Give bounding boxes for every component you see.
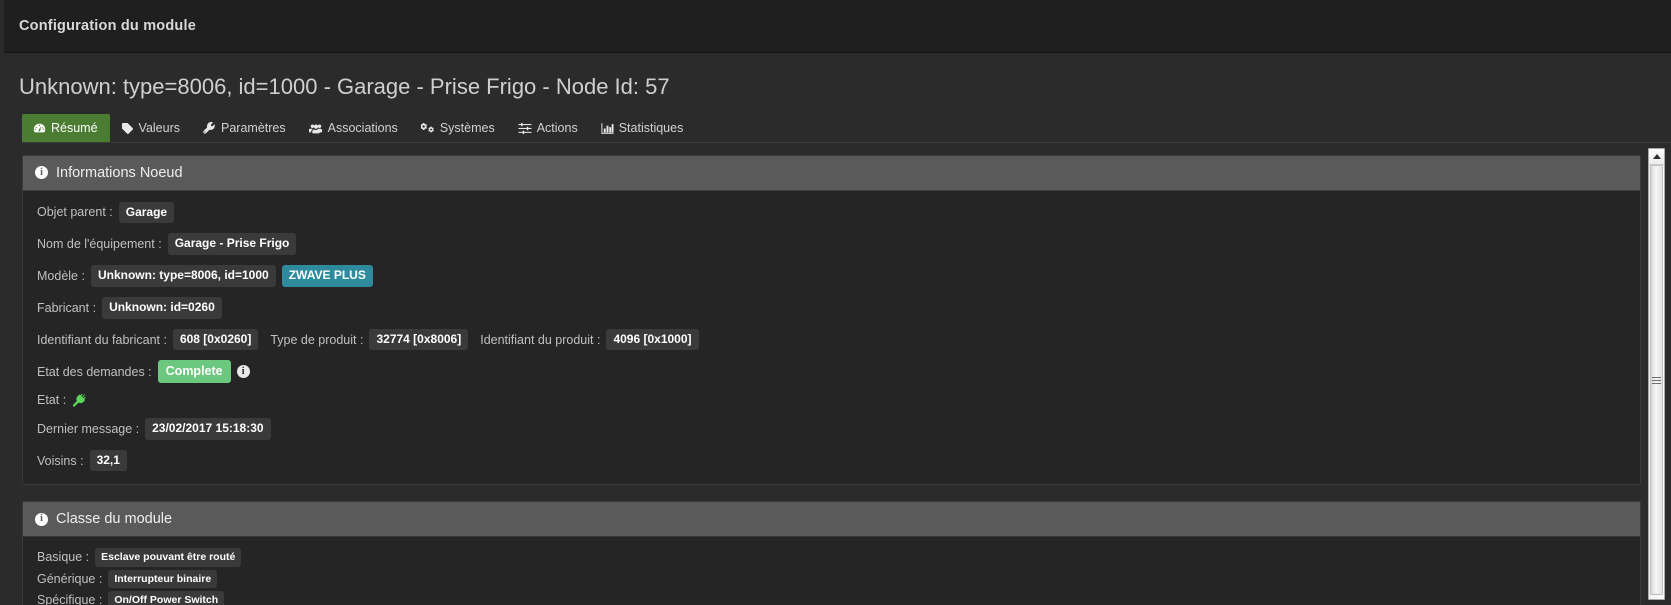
zwave-plus-badge: ZWAVE PLUS — [281, 265, 373, 287]
etat-label: Etat : — [37, 393, 67, 408]
type-produit-label: Type de produit : — [270, 332, 364, 347]
panel-title: Classe du module — [56, 511, 173, 528]
bar-chart-icon — [601, 122, 614, 135]
info-icon[interactable]: i — [236, 365, 250, 379]
tab-label: Paramètres — [221, 120, 286, 135]
scrollbar-thumb[interactable] — [1650, 165, 1663, 595]
basique-value: Esclave pouvant être routé — [95, 548, 242, 567]
panel-title: Informations Noeud — [56, 164, 183, 181]
row-modele: Modèle : Unknown: type=8006, id=1000 ZWA… — [37, 265, 1626, 287]
tab-parametres[interactable]: Paramètres — [192, 114, 298, 142]
scrollbar-track[interactable] — [1649, 165, 1664, 597]
row-etat: Etat : — [37, 393, 1626, 408]
row-objet-parent: Objet parent : Garage — [37, 201, 1626, 224]
vertical-scrollbar[interactable] — [1648, 148, 1665, 600]
dernier-message-value: 23/02/2017 15:18:30 — [145, 417, 271, 440]
objet-parent-value: Garage — [118, 201, 175, 224]
specifique-value: On/Off Power Switch — [108, 590, 225, 605]
window-title: Configuration du module — [19, 18, 196, 34]
row-fabricant: Fabricant : Unknown: id=0260 — [37, 296, 1626, 319]
window-titlebar: Configuration du module — [4, 0, 1671, 53]
identifiant-produit-label: Identifiant du produit : — [480, 332, 601, 347]
voisins-value: 32,1 — [89, 449, 127, 472]
tab-actions[interactable]: Actions — [507, 114, 590, 142]
tab-bar: Résumé Valeurs Paramètres Associations S… — [22, 113, 1671, 143]
row-generique: Générique : Interrupteur binaire — [37, 569, 1626, 588]
tab-systemes[interactable]: Systèmes — [410, 114, 507, 142]
panel-module-class: i Classe du module Basique : Esclave pou… — [22, 501, 1641, 605]
grip-icon — [1652, 376, 1661, 384]
panel-body: Objet parent : Garage Nom de l'équipemen… — [23, 191, 1640, 485]
identifiant-fabricant-value: 608 [0x0260] — [172, 328, 259, 351]
module-configuration-window: Configuration du module Unknown: type=80… — [0, 0, 1671, 605]
type-produit-value: 32774 [0x8006] — [369, 328, 469, 351]
dashboard-icon — [33, 122, 46, 135]
page-body: Unknown: type=8006, id=1000 - Garage - P… — [4, 53, 1671, 605]
page-title: Unknown: type=8006, id=1000 - Garage - P… — [19, 74, 670, 99]
row-etat-demandes: Etat des demandes : Complete i — [37, 360, 1626, 383]
scrollbar-up-arrow[interactable] — [1649, 149, 1664, 165]
plug-icon — [72, 393, 87, 408]
tab-valeurs[interactable]: Valeurs — [110, 114, 192, 142]
dernier-message-label: Dernier message : — [37, 421, 140, 436]
info-icon: i — [35, 512, 48, 526]
row-identifiants: Identifiant du fabricant : 608 [0x0260] … — [37, 328, 1626, 351]
identifiant-fabricant-label: Identifiant du fabricant : — [37, 332, 167, 347]
tab-label: Actions — [536, 120, 578, 135]
sliders-icon — [518, 122, 532, 135]
tab-resume[interactable]: Résumé — [22, 113, 110, 142]
gears-icon — [420, 122, 435, 135]
panel-header: i Informations Noeud — [23, 155, 1640, 191]
info-icon: i — [35, 166, 48, 179]
row-voisins: Voisins : 32,1 — [37, 449, 1626, 472]
fabricant-value: Unknown: id=0260 — [102, 296, 222, 319]
row-nom-equipement: Nom de l'équipement : Garage - Prise Fri… — [37, 233, 1626, 256]
users-icon — [308, 122, 323, 135]
content-scroll-area: i Informations Noeud Objet parent : Gara… — [4, 154, 1671, 605]
voisins-label: Voisins : — [37, 453, 84, 468]
generique-value: Interrupteur binaire — [108, 569, 218, 588]
panel-body: Basique : Esclave pouvant être routé Gén… — [23, 537, 1640, 605]
panel-header: i Classe du module — [23, 502, 1640, 538]
tab-label: Systèmes — [439, 120, 495, 135]
modele-value: Unknown: type=8006, id=1000 — [90, 265, 276, 287]
row-specifique: Spécifique : On/Off Power Switch — [37, 590, 1626, 605]
tab-label: Associations — [327, 120, 398, 135]
specifique-label: Spécifique : — [37, 592, 103, 605]
tab-label: Valeurs — [138, 120, 181, 135]
objet-parent-label: Objet parent : — [37, 205, 113, 220]
tab-statistiques[interactable]: Statistiques — [590, 114, 696, 142]
panel-node-information: i Informations Noeud Objet parent : Gara… — [22, 154, 1641, 486]
tab-label: Résumé — [51, 120, 98, 135]
tab-label: Statistiques — [618, 120, 684, 135]
etat-demandes-badge: Complete — [157, 360, 231, 383]
modele-label: Modèle : — [37, 268, 85, 283]
etat-demandes-label: Etat des demandes : — [37, 364, 152, 379]
row-basique: Basique : Esclave pouvant être routé — [37, 548, 1626, 567]
basique-label: Basique : — [37, 550, 90, 565]
nom-equipement-value: Garage - Prise Frigo — [167, 233, 297, 256]
generique-label: Générique : — [37, 571, 103, 586]
nom-equipement-label: Nom de l'équipement : — [37, 237, 162, 252]
tab-associations[interactable]: Associations — [298, 114, 410, 142]
wrench-icon — [203, 121, 216, 135]
row-dernier-message: Dernier message : 23/02/2017 15:18:30 — [37, 417, 1626, 440]
chevron-up-icon — [1652, 154, 1661, 159]
identifiant-produit-value: 4096 [0x1000] — [606, 328, 699, 351]
fabricant-label: Fabricant : — [37, 300, 97, 315]
tag-icon — [121, 122, 134, 135]
